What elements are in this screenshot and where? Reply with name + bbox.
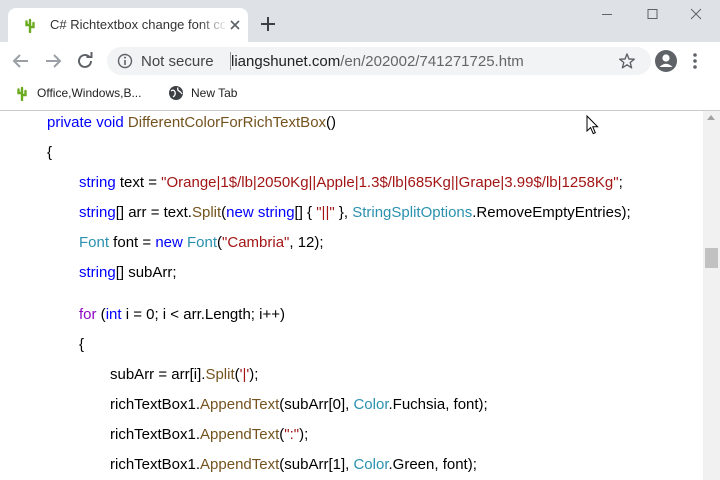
code-string: '|' — [239, 366, 250, 383]
code-keyword: string — [257, 204, 295, 221]
code-text: font = — [109, 234, 156, 251]
code-text: subArr = arr[i]. — [110, 366, 206, 383]
scroll-up-arrow-icon[interactable] — [707, 115, 715, 120]
code-line: string[] arr = text.Split(new string[] {… — [79, 204, 631, 222]
back-icon[interactable] — [10, 50, 32, 72]
bookmark-label: New Tab — [191, 86, 238, 100]
code-text: , 12); — [289, 234, 324, 251]
code-control-keyword: for — [79, 306, 97, 323]
browser-tab[interactable]: C# Richtextbox change font color — [8, 8, 248, 42]
code-keyword: private — [47, 114, 93, 131]
tab-close-icon[interactable] — [228, 18, 242, 32]
code-text: i = 0; i < arr.Length; i++) — [121, 306, 285, 323]
code-text: (subArr[1], — [279, 456, 354, 473]
scrollbar-thumb[interactable] — [705, 248, 718, 268]
code-line: richTextBox1.AppendText(":"); — [110, 426, 308, 444]
url-path: /en/202002/741271725.htm — [340, 53, 524, 70]
mouse-cursor-icon — [586, 115, 599, 135]
code-line: string text = "Orange|1$/lb|2050Kg||Appl… — [79, 174, 623, 192]
code-method-name: DifferentColorForRichTextBox — [127, 114, 327, 131]
code-line: private void DifferentColorForRichTextBo… — [47, 114, 336, 132]
code-method: Split — [191, 204, 222, 221]
cactus-icon — [17, 86, 27, 101]
code-keyword: string — [79, 264, 116, 281]
browser-toolbar: Not secure liangshunet.com/en/202002/741… — [0, 42, 720, 79]
tab-title-fade — [198, 14, 228, 36]
code-type: Font — [79, 234, 110, 251]
vertical-scrollbar[interactable] — [703, 111, 720, 480]
code-method: AppendText — [200, 456, 280, 473]
window-close-icon[interactable] — [672, 0, 720, 30]
code-keyword: new — [226, 204, 254, 221]
code-text: [] subArr; — [115, 264, 177, 281]
bookmarks-bar: Office,Windows,B... New Tab — [0, 79, 720, 111]
code-string: ":" — [284, 426, 300, 443]
url-text[interactable]: liangshunet.com/en/202002/741271725.htm — [231, 53, 524, 70]
code-text: .Green, font); — [388, 456, 477, 473]
url-host: liangshunet.com — [231, 53, 341, 70]
code-string: "Cambria" — [222, 234, 290, 251]
globe-icon — [169, 86, 183, 100]
code-text: () — [326, 114, 337, 131]
code-method: AppendText — [200, 426, 280, 443]
code-brace: { — [79, 336, 85, 353]
code-text: .RemoveEmptyEntries); — [472, 204, 631, 221]
security-label: Not secure — [141, 53, 214, 70]
code-text: }, — [334, 204, 353, 221]
code-keyword: string — [79, 174, 116, 191]
code-type: Color — [353, 396, 389, 413]
bookmark-star-icon[interactable] — [618, 52, 636, 70]
code-text: ); — [299, 426, 309, 443]
minimize-icon[interactable] — [583, 0, 631, 30]
code-line: for (int i = 0; i < arr.Length; i++) — [79, 306, 285, 324]
code-text: richTextBox1. — [110, 426, 201, 443]
code-string: "Orange|1$/lb|2050Kg||Apple|1.3$/lb|685K… — [161, 174, 619, 191]
code-keyword: string — [79, 204, 116, 221]
maximize-icon[interactable] — [629, 0, 677, 30]
code-type: StringSplitOptions — [352, 204, 473, 221]
code-line: string[] subArr; — [79, 264, 177, 282]
code-text: richTextBox1. — [110, 396, 201, 413]
code-brace: { — [47, 144, 53, 161]
code-keyword: void — [96, 114, 124, 131]
code-text: [] { — [294, 204, 317, 221]
title-bar: C# Richtextbox change font color — [0, 0, 720, 42]
code-text: ); — [249, 366, 259, 383]
code-line: Font font = new Font("Cambria", 12); — [79, 234, 324, 252]
code-type: Font — [187, 234, 218, 251]
address-bar[interactable]: Not secure liangshunet.com/en/202002/741… — [107, 47, 651, 75]
profile-avatar-icon[interactable] — [654, 49, 678, 73]
bookmark-label: Office,Windows,B... — [37, 86, 142, 100]
code-string: "||" — [316, 204, 335, 221]
code-text: ( — [96, 306, 106, 323]
page-content: private void DifferentColorForRichTextBo… — [0, 111, 703, 480]
code-text: ; — [618, 174, 623, 191]
reload-icon[interactable] — [74, 50, 96, 72]
code-keyword: int — [105, 306, 122, 323]
code-method: AppendText — [200, 396, 280, 413]
forward-icon[interactable] — [42, 50, 64, 72]
code-line: { — [79, 336, 84, 354]
info-icon[interactable] — [117, 53, 133, 69]
code-text: .Fuchsia, font); — [388, 396, 488, 413]
code-text: [] arr = text. — [115, 204, 192, 221]
code-text: text = — [115, 174, 162, 191]
cactus-favicon-icon — [25, 18, 35, 33]
bookmark-office-windows[interactable]: Office,Windows,B... — [14, 84, 154, 104]
code-text: (subArr[0], — [279, 396, 354, 413]
code-line: { — [47, 144, 52, 162]
new-tab-plus-icon[interactable] — [258, 14, 278, 34]
code-line: richTextBox1.AppendText(subArr[0], Color… — [110, 396, 488, 414]
code-line: subArr = arr[i].Split('|'); — [110, 366, 258, 384]
kebab-menu-icon[interactable] — [692, 50, 698, 72]
code-line: richTextBox1.AppendText(subArr[1], Color… — [110, 456, 477, 474]
bookmark-new-tab[interactable]: New Tab — [168, 84, 248, 104]
code-text: richTextBox1. — [110, 456, 201, 473]
code-keyword: new — [155, 234, 183, 251]
code-method: Split — [205, 366, 235, 383]
code-type: Color — [353, 456, 389, 473]
